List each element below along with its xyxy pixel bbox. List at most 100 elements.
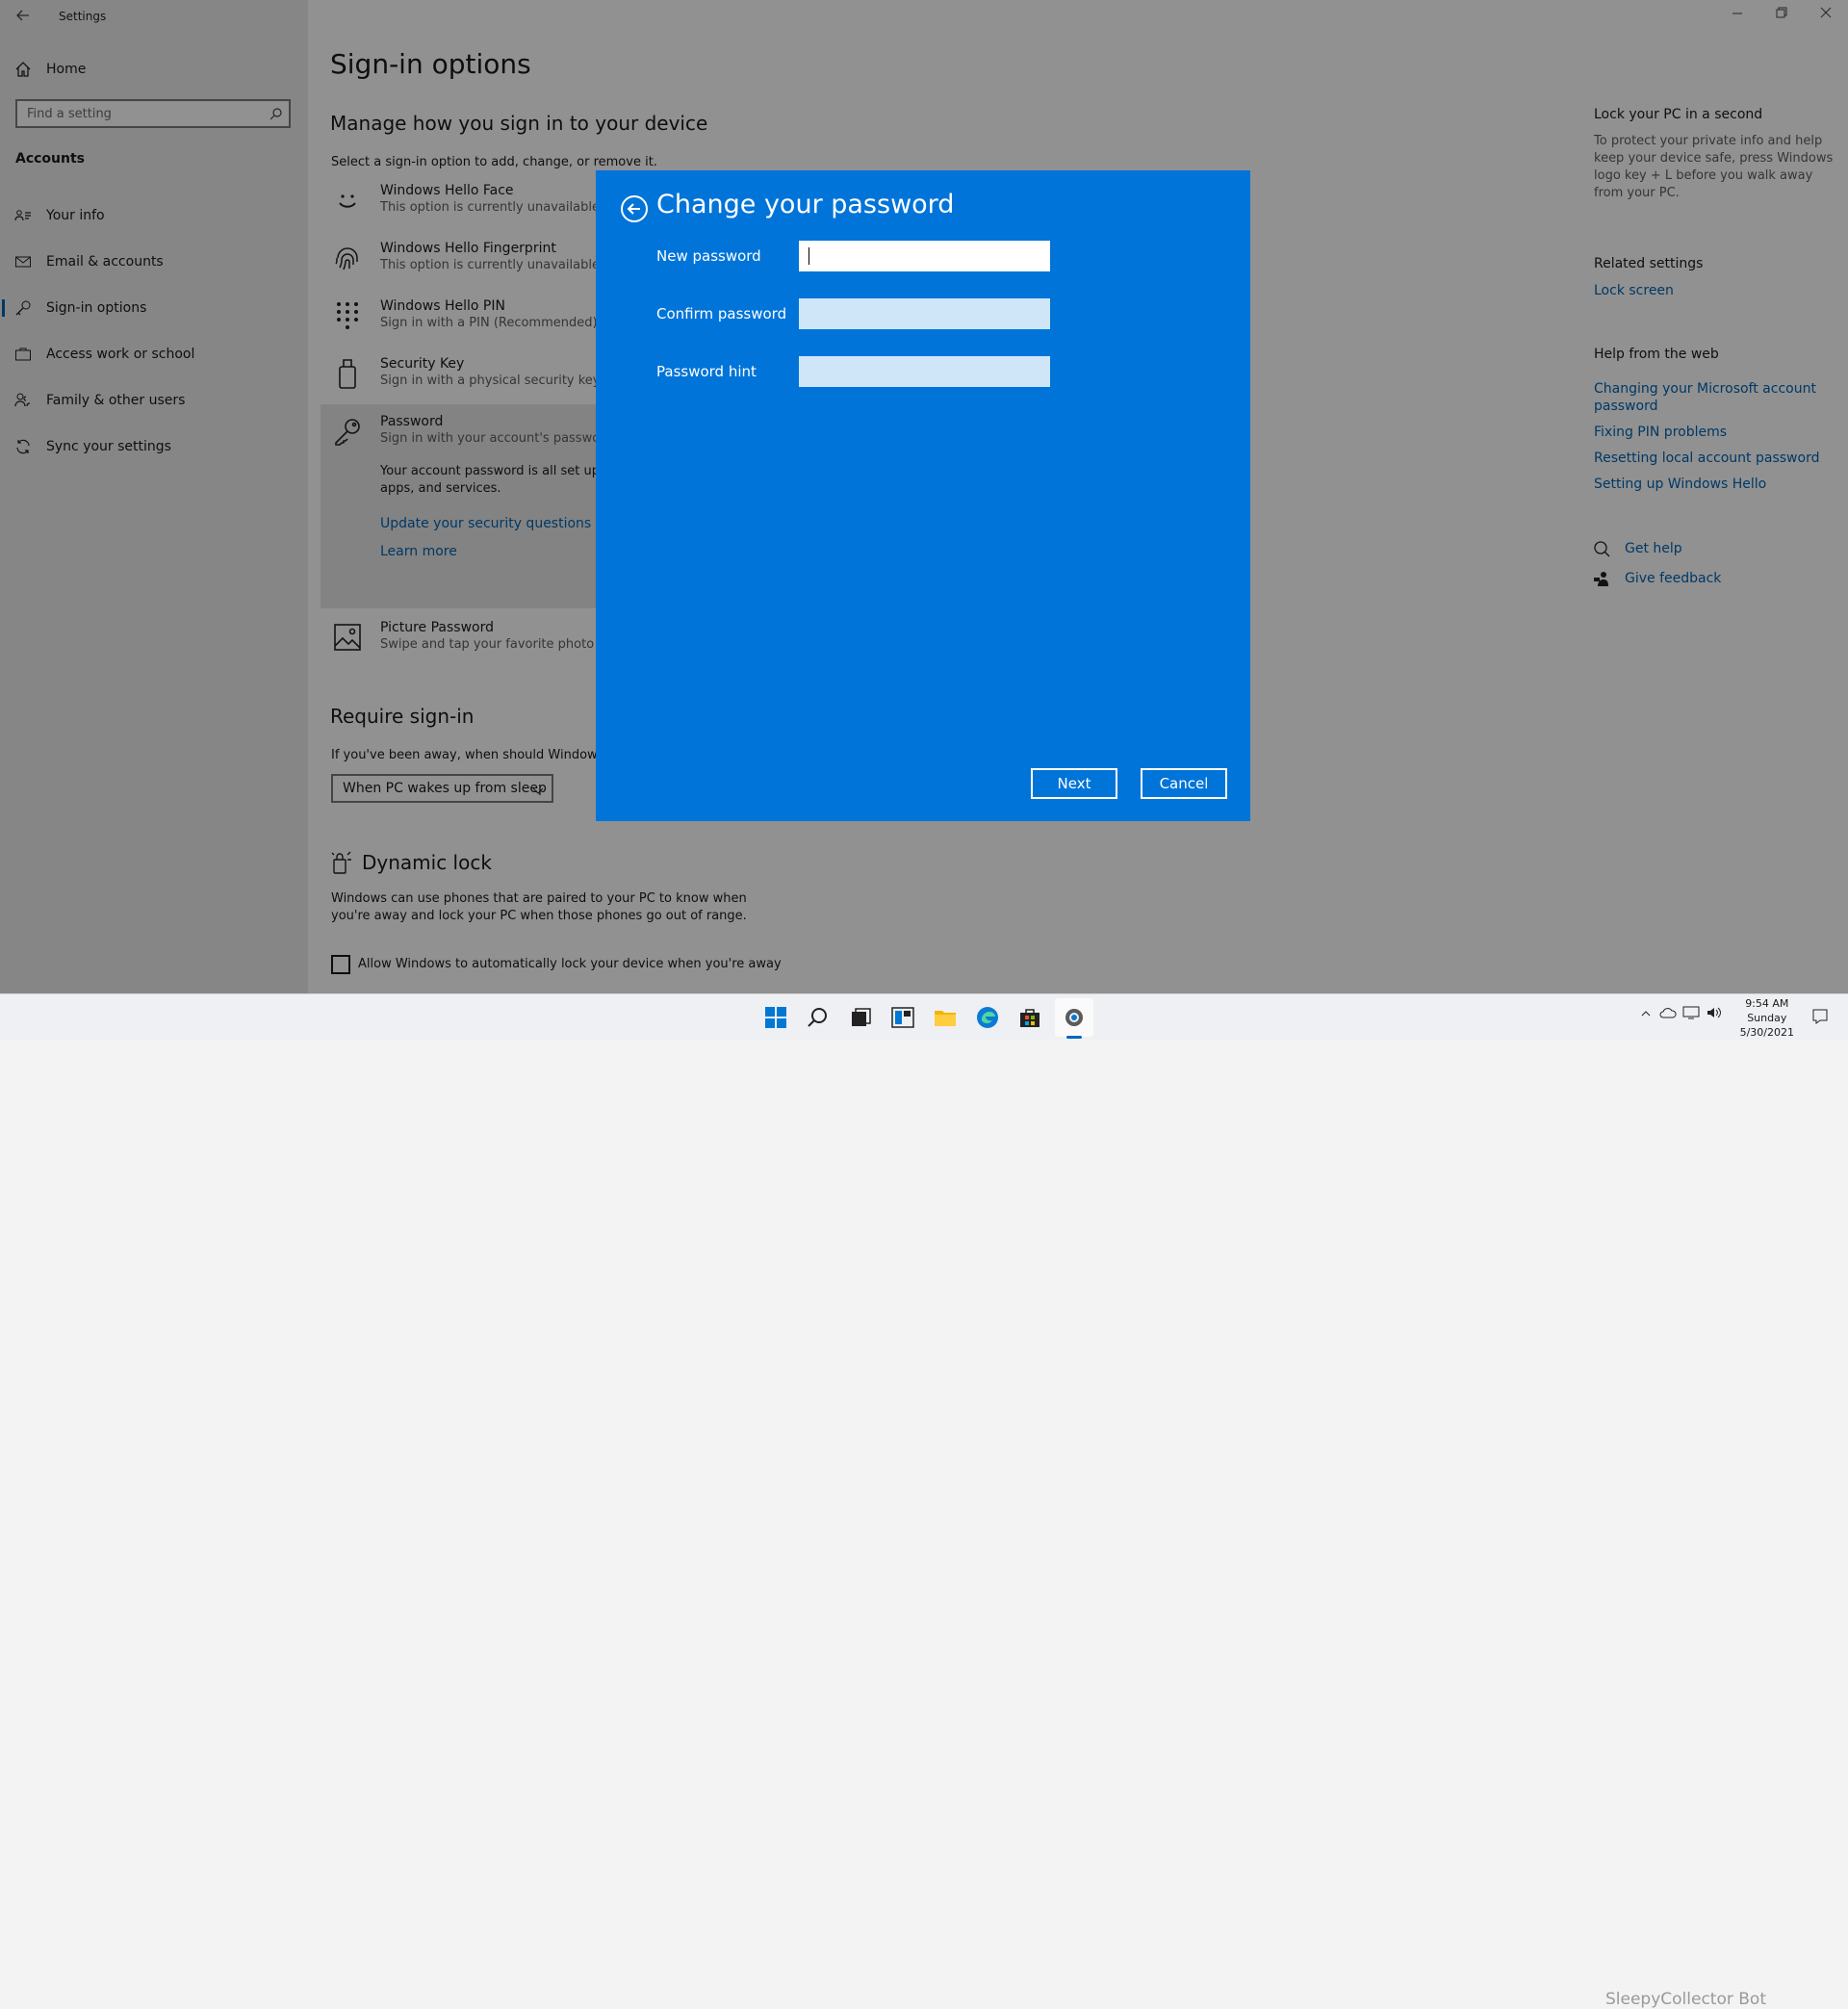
sidebar-item-label: Sync your settings (46, 439, 171, 454)
option-password[interactable]: Password Sign in with your account's pass… (330, 414, 613, 449)
lock-text-2: keep your device safe, press Windows (1594, 151, 1834, 166)
option-desc: This option is currently unavailable— (380, 258, 612, 272)
active-app-indicator (1066, 1036, 1082, 1039)
option-desc: This option is currently unavailable— (380, 200, 612, 215)
confirm-password-label: Confirm password (656, 305, 787, 322)
option-desc: Sign in with your account's password (380, 431, 613, 446)
search-icon[interactable] (805, 1004, 832, 1031)
help-link-reset-local-password[interactable]: Resetting local account password (1594, 451, 1819, 466)
sidebar-item-work-school[interactable]: Access work or school (13, 341, 194, 368)
option-title: Windows Hello Fingerprint (380, 241, 556, 256)
clock-day: Sunday (1747, 1012, 1787, 1024)
next-button[interactable]: Next (1031, 768, 1117, 799)
dynamic-lock-checkbox[interactable] (331, 955, 350, 974)
mail-icon (13, 252, 33, 271)
get-help-icon (1593, 540, 1610, 561)
help-link-windows-hello[interactable]: Setting up Windows Hello (1594, 476, 1766, 492)
password-hint-field[interactable] (799, 356, 1050, 387)
sidebar-item-email[interactable]: Email & accounts (13, 248, 164, 275)
home-icon (13, 60, 33, 79)
sidebar-item-label: Your info (46, 208, 105, 223)
section-subtitle: Manage how you sign in to your device (330, 112, 708, 135)
page-title: Sign-in options (330, 48, 531, 80)
sidebar-item-home[interactable]: Home (13, 56, 86, 83)
get-help-link[interactable]: Get help (1625, 541, 1682, 556)
option-title: Picture Password (380, 620, 494, 635)
option-title: Security Key (380, 356, 465, 372)
sidebar-item-sync[interactable]: Sync your settings (13, 433, 171, 460)
taskbar-clock[interactable]: 9:54 AM Sunday 5/30/2021 (1740, 996, 1794, 1040)
key-icon (330, 414, 365, 449)
sidebar-item-sign-in-options[interactable]: Sign-in options (13, 295, 146, 322)
option-hello-fingerprint[interactable]: Windows Hello Fingerprint This option is … (330, 241, 612, 275)
lock-heading: Lock your PC in a second (1594, 107, 1763, 122)
people-icon (13, 391, 33, 410)
network-icon[interactable] (1682, 1006, 1700, 1023)
volume-icon[interactable] (1706, 1006, 1723, 1023)
sidebar: Settings Home Find a setting Accounts Yo… (0, 0, 308, 993)
option-desc: Sign in with a PIN (Recommended) (380, 316, 598, 330)
notification-icon[interactable] (1811, 1008, 1829, 1029)
update-security-questions-link[interactable]: Update your security questions (380, 516, 591, 531)
sidebar-item-label: Access work or school (46, 347, 195, 362)
new-password-label: New password (656, 247, 761, 265)
password-hint-label: Password hint (656, 363, 757, 380)
minimize-icon[interactable] (1731, 6, 1744, 23)
sidebar-item-label: Home (46, 62, 87, 77)
option-title: Windows Hello Face (380, 183, 514, 198)
close-icon[interactable] (1819, 6, 1833, 23)
face-icon (330, 183, 365, 218)
help-link-change-ms-password[interactable]: Changing your Microsoft account (1594, 381, 1816, 397)
require-signin-dropdown[interactable]: When PC wakes up from sleep (331, 774, 553, 803)
sync-icon (13, 437, 33, 456)
back-circle-icon[interactable] (620, 194, 649, 223)
store-icon[interactable] (1016, 1004, 1043, 1031)
chevron-up-icon[interactable] (1640, 1008, 1652, 1023)
sidebar-section-title: Accounts (15, 151, 86, 167)
back-arrow-icon[interactable] (15, 8, 31, 27)
option-title: Windows Hello PIN (380, 298, 505, 314)
password-detail: Your account password is all set up to (380, 464, 617, 478)
selection-indicator (2, 299, 5, 317)
search-input[interactable]: Find a setting (15, 99, 291, 128)
learn-more-link[interactable]: Learn more (380, 544, 457, 559)
help-link-change-ms-password-cont[interactable]: password (1594, 399, 1657, 414)
task-view-icon[interactable] (847, 1004, 874, 1031)
help-link-fixing-pin[interactable]: Fixing PIN problems (1594, 425, 1727, 440)
settings-icon[interactable] (1061, 1004, 1088, 1031)
change-password-dialog: Change your password New password Confir… (596, 170, 1250, 821)
contact-card-icon (13, 206, 33, 225)
file-explorer-icon[interactable] (932, 1004, 959, 1031)
option-desc: Swipe and tap your favorite photo to (380, 637, 611, 652)
option-picture-password[interactable]: Picture Password Swipe and tap your favor… (330, 620, 610, 655)
usb-key-icon (330, 356, 365, 391)
fingerprint-icon (330, 241, 365, 275)
windows-start-icon[interactable] (762, 1004, 789, 1031)
give-feedback-link[interactable]: Give feedback (1625, 571, 1721, 586)
briefcase-icon (13, 345, 33, 364)
option-hello-face[interactable]: Windows Hello Face This option is current… (330, 183, 612, 218)
widgets-icon[interactable] (889, 1004, 916, 1031)
cancel-button[interactable]: Cancel (1141, 768, 1227, 799)
option-title: Password (380, 414, 444, 429)
lock-screen-link[interactable]: Lock screen (1594, 283, 1674, 298)
key-icon (13, 298, 33, 318)
edge-icon[interactable] (974, 1004, 1001, 1031)
option-hello-pin[interactable]: Windows Hello PIN Sign in with a PIN (Rec… (330, 298, 598, 333)
confirm-password-field[interactable] (799, 298, 1050, 329)
sidebar-item-your-info[interactable]: Your info (13, 202, 105, 229)
lock-text-3: logo key + L before you walk away (1594, 168, 1813, 183)
restore-icon[interactable] (1775, 6, 1788, 23)
dialog-title: Change your password (656, 190, 955, 219)
require-signin-heading: Require sign-in (330, 705, 475, 728)
password-detail-2: apps, and services. (380, 481, 501, 496)
lock-text-4: from your PC. (1594, 186, 1680, 200)
clock-time: 9:54 AM (1745, 997, 1789, 1010)
new-password-field[interactable] (799, 241, 1050, 271)
sidebar-item-label: Family & other users (46, 393, 186, 408)
picture-icon (330, 620, 365, 655)
search-icon (270, 107, 283, 124)
sidebar-item-family[interactable]: Family & other users (13, 387, 185, 414)
cloud-icon[interactable] (1659, 1006, 1677, 1023)
option-security-key[interactable]: Security Key Sign in with a physical secu… (330, 356, 601, 391)
